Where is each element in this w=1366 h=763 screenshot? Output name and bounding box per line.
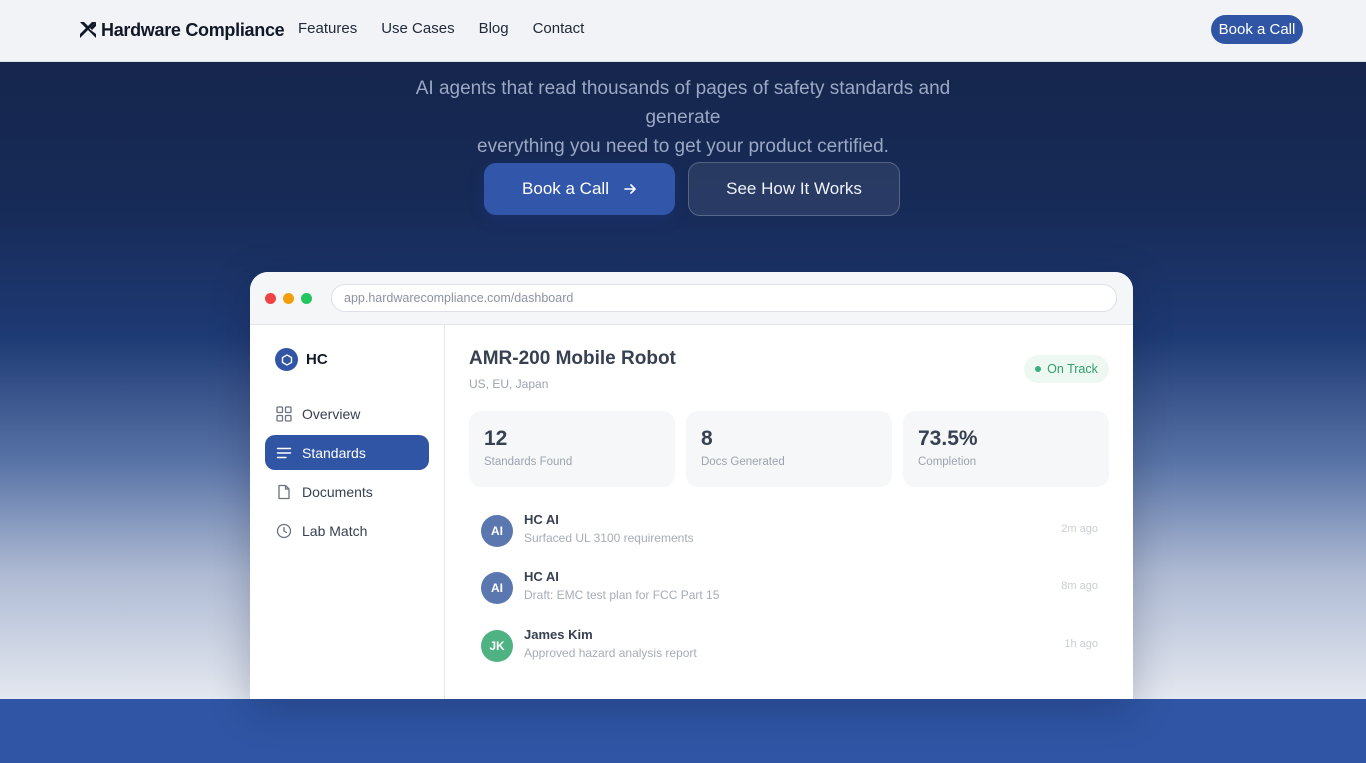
stat-card-standards: 12 Standards Found — [469, 411, 675, 487]
browser-toolbar: app.hardwarecompliance.com/dashboard — [250, 272, 1133, 325]
hero-subtitle-line-1: AI agents that read thousands of pages o… — [415, 78, 951, 128]
book-call-button[interactable]: Book a Call — [484, 163, 675, 215]
activity-description: Approved hazard analysis report — [524, 646, 697, 660]
activity-time: 1h ago — [1064, 638, 1098, 650]
status-badge: On Track — [1024, 355, 1109, 383]
activity-item[interactable]: JK James Kim Approved hazard analysis re… — [481, 627, 1101, 667]
activity-item[interactable]: AI HC AI Draft: EMC test plan for FCC Pa… — [481, 569, 1101, 609]
nav-link-use-cases[interactable]: Use Cases — [381, 20, 454, 37]
stat-label: Completion — [918, 456, 977, 468]
grid-icon — [276, 405, 292, 422]
stat-card-docs: 8 Docs Generated — [686, 411, 892, 487]
stat-label: Docs Generated — [701, 456, 785, 468]
stat-value: 8 — [701, 427, 713, 450]
sidebar-item-lab-match[interactable]: Lab Match — [265, 513, 429, 548]
activity-author: HC AI — [524, 512, 559, 527]
dashboard-mockup: app.hardwarecompliance.com/dashboard HC … — [250, 272, 1133, 699]
document-icon — [278, 484, 290, 499]
status-dot-icon — [1035, 366, 1042, 372]
nav-link-blog[interactable]: Blog — [479, 20, 509, 37]
hero-subtitle-line-2: everything you need to get your product … — [477, 136, 889, 157]
maximize-dot-icon — [301, 293, 312, 304]
brand-name: Hardware Compliance — [101, 19, 285, 40]
stat-value: 12 — [484, 427, 508, 450]
logo-icon — [80, 22, 96, 38]
list-icon — [276, 447, 292, 458]
avatar: AI — [481, 572, 513, 604]
activity-time: 8m ago — [1061, 580, 1098, 592]
hexagon-icon — [275, 348, 298, 371]
close-dot-icon — [265, 293, 276, 304]
app-sidebar: HC Overview Standards Documents Lab Matc… — [250, 325, 445, 699]
minimize-dot-icon — [283, 293, 294, 304]
app-brand: HC — [275, 348, 328, 371]
sidebar-item-documents[interactable]: Documents — [265, 474, 429, 509]
sidebar-item-overview[interactable]: Overview — [265, 396, 429, 431]
see-how-it-works-button[interactable]: See How It Works — [688, 162, 900, 216]
stat-card-completion: 73.5% Completion — [903, 411, 1109, 487]
stat-label: Standards Found — [484, 456, 573, 468]
stat-value: 73.5% — [918, 427, 978, 450]
dashboard-main: AMR-200 Mobile Robot US, EU, Japan On Tr… — [446, 325, 1133, 699]
activity-description: Surfaced UL 3100 requirements — [524, 531, 694, 545]
activity-description: Draft: EMC test plan for FCC Part 15 — [524, 588, 720, 602]
nav-links: Features Use Cases Blog Contact — [298, 20, 608, 37]
next-section-band — [0, 699, 1366, 763]
sidebar-item-standards[interactable]: Standards — [265, 435, 429, 470]
nav-link-contact[interactable]: Contact — [533, 20, 585, 37]
sidebar-item-label: Documents — [302, 483, 373, 500]
activity-time: 2m ago — [1061, 523, 1098, 535]
top-nav: Hardware Compliance Features Use Cases B… — [0, 0, 1366, 62]
book-call-label: Book a Call — [522, 179, 609, 198]
address-bar[interactable]: app.hardwarecompliance.com/dashboard — [331, 284, 1117, 312]
activity-author: James Kim — [524, 627, 593, 642]
nav-link-features[interactable]: Features — [298, 20, 357, 37]
status-label: On Track — [1047, 362, 1098, 376]
app-brand-name: HC — [306, 351, 328, 368]
project-title: AMR-200 Mobile Robot — [469, 348, 676, 369]
avatar: JK — [481, 630, 513, 662]
sidebar-item-label: Lab Match — [302, 522, 368, 539]
hero-subtitle: AI agents that read thousands of pages o… — [383, 74, 983, 161]
arrow-right-icon — [624, 184, 636, 194]
sidebar-item-label: Overview — [302, 405, 361, 422]
nav-book-call-button[interactable]: Book a Call — [1211, 15, 1303, 44]
brand-logo[interactable]: Hardware Compliance — [78, 18, 285, 42]
avatar: AI — [481, 515, 513, 547]
activity-item[interactable]: AI HC AI Surfaced UL 3100 requirements 2… — [481, 512, 1101, 552]
sidebar-item-label: Standards — [302, 444, 366, 461]
activity-author: HC AI — [524, 569, 559, 584]
clock-icon — [276, 523, 292, 538]
project-regions: US, EU, Japan — [469, 377, 549, 391]
